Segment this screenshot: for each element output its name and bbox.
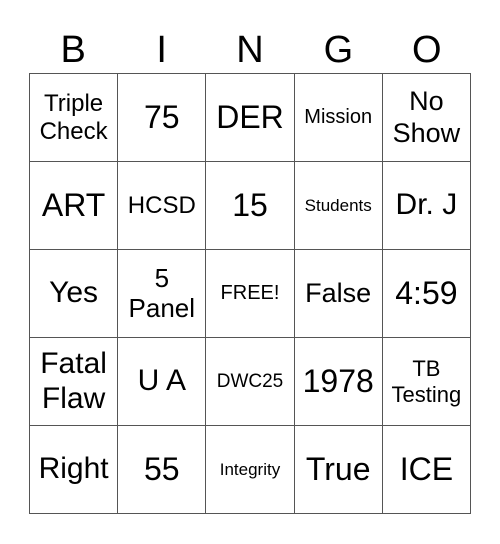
bingo-header: B I N G O: [29, 28, 471, 73]
bingo-cell[interactable]: Dr. J: [382, 162, 471, 250]
bingo-cell[interactable]: ART: [30, 162, 119, 250]
bingo-cell[interactable]: 55: [118, 426, 207, 514]
bingo-cell[interactable]: HCSD: [118, 162, 207, 250]
bingo-cell[interactable]: U A: [118, 338, 207, 426]
bingo-cell[interactable]: True: [294, 426, 383, 514]
bingo-grid: Triple Check 75 DER Mission No Show ART …: [29, 73, 471, 514]
bingo-cell[interactable]: 1978: [294, 338, 383, 426]
header-letter-i: I: [156, 29, 167, 71]
bingo-cell[interactable]: No Show: [382, 74, 471, 162]
bingo-cell[interactable]: DWC25: [206, 338, 295, 426]
bingo-cell[interactable]: TB Testing: [382, 338, 471, 426]
bingo-cell[interactable]: Right: [30, 426, 119, 514]
bingo-cell[interactable]: DER: [206, 74, 295, 162]
header-letter-o: O: [412, 29, 442, 71]
bingo-cell[interactable]: Integrity: [206, 426, 295, 514]
header-letter-n: N: [236, 29, 264, 71]
bingo-cell[interactable]: 75: [118, 74, 207, 162]
bingo-cell[interactable]: Students: [294, 162, 383, 250]
bingo-cell[interactable]: Triple Check: [30, 74, 119, 162]
header-letter-g: G: [323, 29, 354, 71]
header-letter-b: B: [60, 29, 86, 71]
bingo-cell[interactable]: 15: [206, 162, 295, 250]
bingo-cell[interactable]: ICE: [382, 426, 471, 514]
bingo-cell[interactable]: Mission: [294, 74, 383, 162]
bingo-cell[interactable]: 5 Panel: [118, 250, 207, 338]
bingo-cell[interactable]: False: [294, 250, 383, 338]
bingo-cell[interactable]: 4:59: [382, 250, 471, 338]
bingo-cell[interactable]: Yes: [30, 250, 119, 338]
bingo-cell[interactable]: Fatal Flaw: [30, 338, 119, 426]
bingo-cell[interactable]: FREE!: [206, 250, 295, 338]
